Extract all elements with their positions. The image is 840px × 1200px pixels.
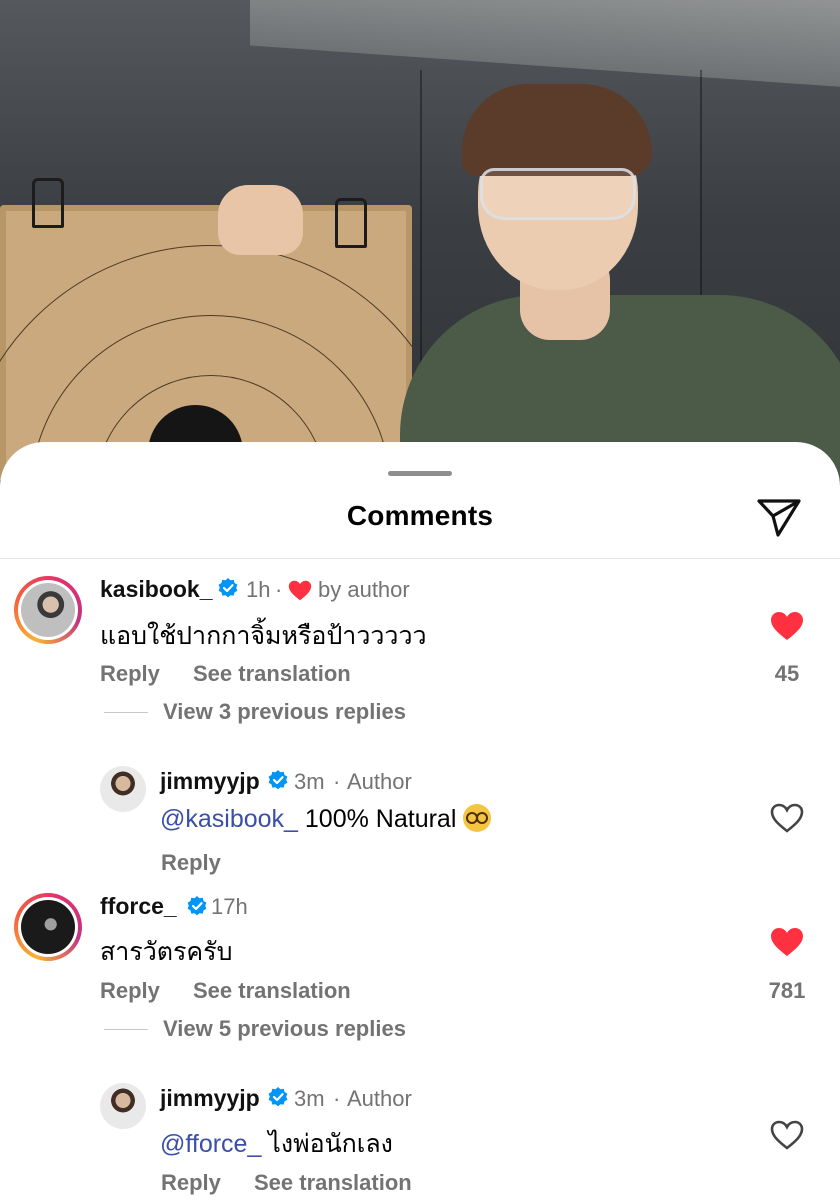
reply-username[interactable]: jimmyyjp (160, 1085, 260, 1112)
comment-timestamp: 1h (246, 577, 271, 602)
meta-separator: · (333, 1086, 341, 1111)
hair (462, 84, 652, 176)
binder-clip (32, 178, 64, 228)
like-count: 781 (768, 978, 806, 1003)
avatar-image (21, 900, 75, 954)
sheet-grabber[interactable] (388, 471, 452, 476)
meta-separator: · (275, 577, 283, 602)
avatar[interactable] (100, 766, 146, 812)
paper-plane-icon[interactable] (756, 497, 802, 539)
view-previous-replies-button[interactable]: View 5 previous replies (163, 1016, 406, 1042)
see-translation-button[interactable]: See translation (254, 1170, 412, 1196)
reply-text-body: 100% Natural (297, 805, 464, 833)
heart-icon[interactable] (770, 927, 804, 957)
see-translation-button[interactable]: See translation (193, 978, 351, 1004)
meta-separator: · (333, 769, 341, 794)
comment-text: แอบใช้ปากกาจิ้มหรือป้าววววว (100, 622, 427, 650)
replies-divider (104, 1029, 148, 1030)
mention-link[interactable]: @fforce_ (160, 1130, 261, 1158)
heart-outline-icon[interactable] (770, 1120, 804, 1150)
avatar[interactable] (14, 893, 82, 961)
liked-by-author-label: by author (318, 577, 410, 602)
view-previous-replies-button[interactable]: View 3 previous replies (163, 699, 406, 725)
nerd-face-emoji (463, 804, 492, 832)
header-divider (0, 558, 840, 559)
reply-text-body: ไงพ่อนักเลง (261, 1130, 393, 1158)
verified-badge-icon (268, 1087, 288, 1107)
author-label: Author (347, 769, 412, 794)
heart-icon (288, 580, 312, 601)
reply-text: @fforce_ ไงพ่อนักเลง (160, 1124, 393, 1164)
reply-timestamp: 3m (294, 1086, 325, 1111)
wall-seam (420, 70, 422, 400)
comment-username[interactable]: fforce_ (100, 893, 177, 920)
reply-text: @kasibook_ 100% Natural (160, 804, 492, 834)
ceiling (250, 0, 840, 95)
heart-outline-icon[interactable] (770, 803, 804, 833)
see-translation-button[interactable]: See translation (193, 661, 351, 687)
sheet-title: Comments (346, 500, 494, 531)
binder-clip (335, 198, 367, 248)
reply-button[interactable]: Reply (100, 661, 160, 687)
reply-button[interactable]: Reply (161, 850, 221, 876)
post-photo-background (0, 0, 840, 480)
like-count: 45 (774, 661, 800, 686)
replies-divider (104, 712, 148, 713)
reply-username[interactable]: jimmyyjp (160, 768, 260, 795)
heart-icon[interactable] (770, 611, 804, 641)
mention-link[interactable]: @kasibook_ (160, 805, 298, 833)
reply-timestamp: 3m (294, 769, 325, 794)
verified-badge-icon (187, 896, 207, 916)
safety-glasses (480, 168, 636, 220)
avatar[interactable] (14, 576, 82, 644)
avatar[interactable] (100, 1083, 146, 1129)
hand (218, 185, 303, 255)
comment-username[interactable]: kasibook_ (100, 576, 213, 603)
verified-badge-icon (218, 578, 238, 598)
comment-timestamp: 17h (211, 894, 248, 919)
reply-button[interactable]: Reply (161, 1170, 221, 1196)
avatar-image (21, 583, 75, 637)
author-label: Author (347, 1086, 412, 1111)
reply-button[interactable]: Reply (100, 978, 160, 1004)
comment-text: สารวัตรครับ (100, 938, 233, 966)
verified-badge-icon (268, 770, 288, 790)
